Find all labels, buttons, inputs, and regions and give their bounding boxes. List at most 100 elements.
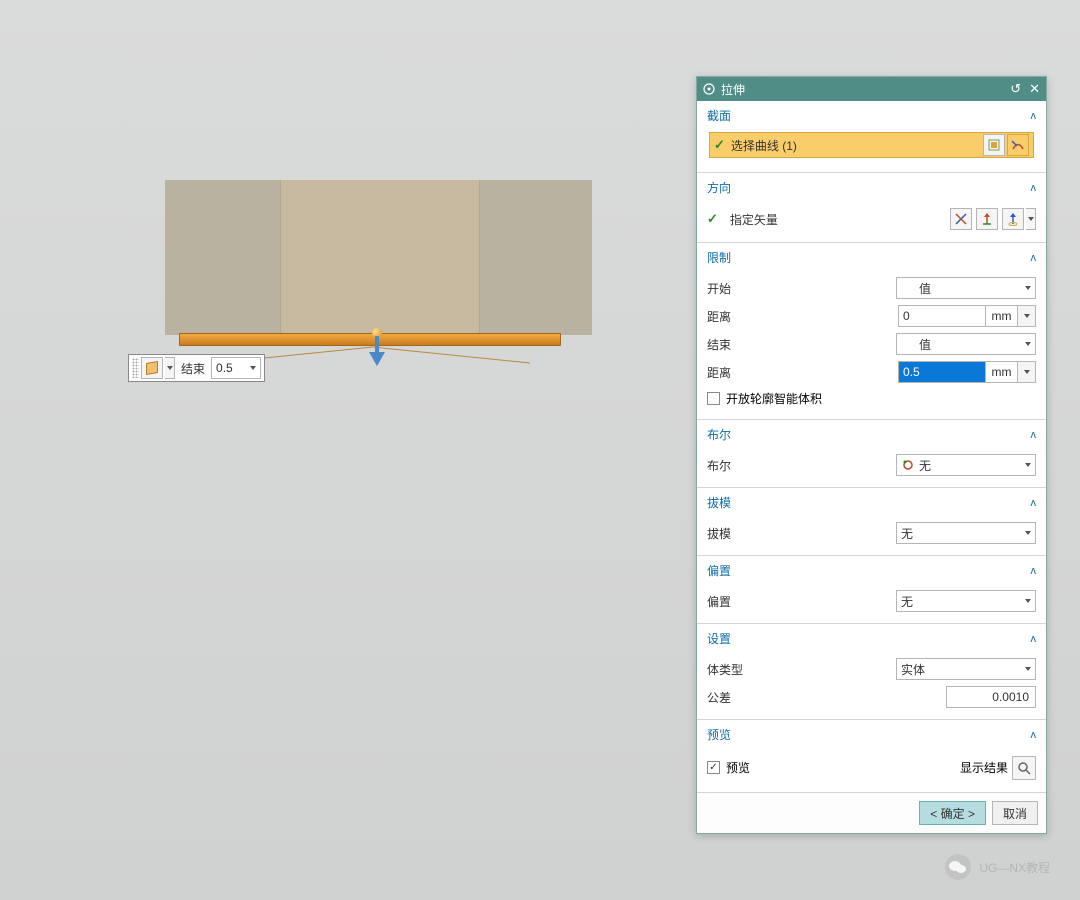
- boolean-label: 布尔: [707, 457, 896, 474]
- end-type-combo[interactable]: 值: [896, 333, 1036, 355]
- gear-icon: [703, 83, 715, 95]
- collapse-icon: ʌ: [1031, 110, 1037, 122]
- viewport-model: [165, 180, 592, 335]
- chevron-down-icon: [1024, 314, 1030, 318]
- none-icon: [901, 458, 915, 472]
- chevron-down-icon: [1025, 531, 1031, 535]
- vector-dropdown[interactable]: [1026, 208, 1036, 230]
- body-type-label: 体类型: [707, 661, 896, 678]
- dialog-footer: < 确定 > 取消: [697, 793, 1046, 833]
- ok-button[interactable]: < 确定 >: [919, 801, 986, 825]
- section-settings: 设置 ʌ 体类型 实体 公差 0.0010: [697, 624, 1046, 720]
- section-title: 布尔: [707, 426, 731, 443]
- vector-constructor-button[interactable]: [1002, 208, 1024, 230]
- chevron-down-icon: [1025, 599, 1031, 603]
- section-title: 方向: [707, 179, 731, 196]
- select-curve-row[interactable]: ✓ 选择曲线 (1): [709, 132, 1034, 158]
- collapse-icon: ʌ: [1031, 729, 1037, 741]
- collapse-icon: ʌ: [1031, 429, 1037, 441]
- collapse-icon: ʌ: [1031, 252, 1037, 264]
- watermark: UG—NX教程: [945, 854, 1050, 880]
- boolean-combo[interactable]: 无: [896, 454, 1036, 476]
- section-title: 预览: [707, 726, 731, 743]
- model-block-front: [280, 180, 480, 335]
- section-title: 偏置: [707, 562, 731, 579]
- section-draft: 拔模 ʌ 拔模 无: [697, 488, 1046, 556]
- float-value-input[interactable]: 0.5: [211, 357, 261, 379]
- chevron-down-icon: [1025, 286, 1031, 290]
- preview-checkbox[interactable]: [707, 761, 720, 774]
- start-label: 开始: [707, 280, 896, 297]
- section-header-preview[interactable]: 预览 ʌ: [697, 720, 1046, 747]
- section-offset: 偏置 ʌ 偏置 无: [697, 556, 1046, 624]
- open-profile-label: 开放轮廓智能体积: [726, 390, 822, 407]
- collapse-icon: ʌ: [1031, 497, 1037, 509]
- cube-icon: [146, 361, 158, 375]
- end-distance-label: 距离: [707, 364, 898, 381]
- sketch-section-button[interactable]: [983, 134, 1005, 156]
- offset-combo[interactable]: 无: [896, 590, 1036, 612]
- section-profile: 截面 ʌ ✓ 选择曲线 (1): [697, 101, 1046, 173]
- draft-combo[interactable]: 无: [896, 522, 1036, 544]
- dialog-title-text: 拉伸: [721, 81, 745, 98]
- collapse-icon: ʌ: [1031, 633, 1037, 645]
- section-boolean: 布尔 ʌ 布尔 无: [697, 420, 1046, 488]
- tolerance-input[interactable]: 0.0010: [946, 686, 1036, 708]
- vector-dialog-button[interactable]: [950, 208, 972, 230]
- section-title: 截面: [707, 107, 731, 124]
- draft-label: 拔模: [707, 525, 896, 542]
- watermark-text: UG—NX教程: [979, 859, 1050, 876]
- section-header-settings[interactable]: 设置 ʌ: [697, 624, 1046, 651]
- dialog-titlebar[interactable]: 拉伸 ↺ ✕: [697, 77, 1046, 101]
- start-distance-dropdown[interactable]: [1018, 305, 1036, 327]
- section-header-draft[interactable]: 拔模 ʌ: [697, 488, 1046, 515]
- body-type-combo[interactable]: 实体: [896, 658, 1036, 680]
- section-header-boolean[interactable]: 布尔 ʌ: [697, 420, 1046, 447]
- chevron-down-icon: [167, 366, 173, 370]
- section-header-offset[interactable]: 偏置 ʌ: [697, 556, 1046, 583]
- section-header-direction[interactable]: 方向 ʌ: [697, 173, 1046, 200]
- end-unit: mm: [986, 361, 1018, 383]
- show-result-button[interactable]: [1012, 756, 1036, 780]
- preview-label: 预览: [726, 759, 750, 776]
- collapse-icon: ʌ: [1031, 182, 1037, 194]
- reset-button[interactable]: ↺: [1010, 81, 1021, 97]
- section-direction: 方向 ʌ ✓ 指定矢量: [697, 173, 1046, 243]
- section-header-limits[interactable]: 限制 ʌ: [697, 243, 1046, 270]
- end-distance-dropdown[interactable]: [1018, 361, 1036, 383]
- float-label: 结束: [177, 360, 209, 377]
- end-type-dropdown[interactable]: [165, 357, 175, 379]
- cancel-button[interactable]: 取消: [992, 801, 1038, 825]
- magnifier-icon: [1017, 761, 1031, 775]
- check-icon: ✓: [714, 137, 725, 153]
- show-result-label: 显示结果: [960, 759, 1008, 776]
- value-icon: [901, 337, 915, 351]
- curve-rule-button[interactable]: [1007, 134, 1029, 156]
- grip-icon[interactable]: [132, 358, 139, 378]
- open-profile-checkbox[interactable]: [707, 392, 720, 405]
- section-preview: 预览 ʌ 预览 显示结果: [697, 720, 1046, 793]
- chevron-down-icon: [1024, 370, 1030, 374]
- check-icon: ✓: [707, 211, 718, 227]
- close-button[interactable]: ✕: [1029, 81, 1040, 97]
- section-title: 设置: [707, 630, 731, 647]
- chevron-down-icon: [1028, 217, 1034, 221]
- end-label: 结束: [707, 336, 896, 353]
- start-type-combo[interactable]: 值: [896, 277, 1036, 299]
- offset-label: 偏置: [707, 593, 896, 610]
- chevron-down-icon: [1025, 667, 1031, 671]
- reverse-direction-button[interactable]: [976, 208, 998, 230]
- floating-end-toolbar[interactable]: 结束 0.5: [128, 354, 265, 382]
- collapse-icon: ʌ: [1031, 565, 1037, 577]
- section-title: 限制: [707, 249, 731, 266]
- chevron-down-icon: [1025, 463, 1031, 467]
- start-distance-input[interactable]: 0: [898, 305, 986, 327]
- select-curve-label: 选择曲线 (1): [731, 137, 981, 154]
- section-header-profile[interactable]: 截面 ʌ: [697, 101, 1046, 128]
- direction-arrow-icon[interactable]: [369, 336, 385, 366]
- value-icon: [901, 281, 915, 295]
- section-limits: 限制 ʌ 开始 值 距离 0 mm 结束: [697, 243, 1046, 420]
- end-type-button[interactable]: [141, 357, 163, 379]
- start-distance-label: 距离: [707, 308, 898, 325]
- end-distance-input[interactable]: 0.5: [898, 361, 986, 383]
